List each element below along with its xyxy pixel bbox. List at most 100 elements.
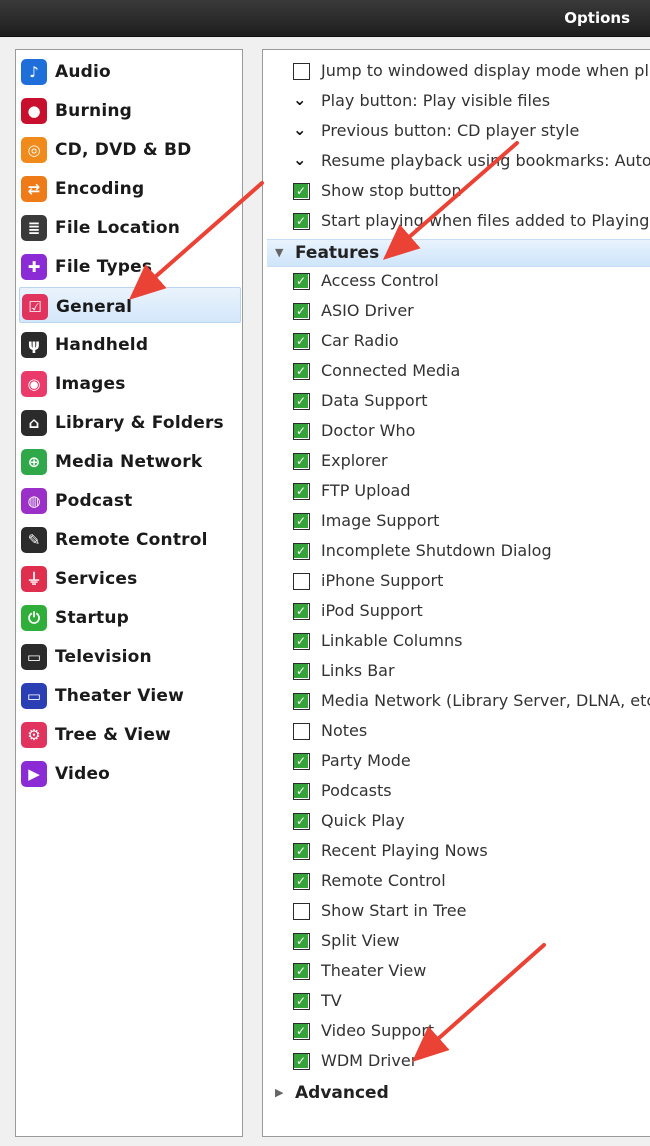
checkbox-checked[interactable]: ✓ — [293, 993, 310, 1010]
checkbox-checked[interactable]: ✓ — [293, 753, 310, 770]
chevron-down-icon[interactable]: ⌄ — [293, 150, 306, 169]
feature-access-control[interactable]: ✓ Access Control — [291, 268, 650, 296]
feature-connected-media[interactable]: ✓ Connected Media — [291, 358, 650, 386]
checkbox-checked[interactable]: ✓ — [293, 933, 310, 950]
feature-recent-playing-nows[interactable]: ✓ Recent Playing Nows — [291, 838, 650, 866]
feature-data-support[interactable]: ✓ Data Support — [291, 388, 650, 416]
sidebar-item-burning[interactable]: ● Burning — [19, 92, 241, 128]
feature-theater-view[interactable]: ✓ Theater View — [291, 958, 650, 986]
feature-tv[interactable]: ✓ TV — [291, 988, 650, 1016]
feature-iphone-support[interactable]: iPhone Support — [291, 568, 650, 596]
sidebar-item-tree-and-view[interactable]: ⚙ Tree & View — [19, 716, 241, 752]
sidebar-item-audio[interactable]: ♪ Audio — [19, 53, 241, 89]
checkbox-checked[interactable]: ✓ — [293, 603, 310, 620]
checkbox-checked[interactable]: ✓ — [293, 813, 310, 830]
chevron-down-icon[interactable]: ⌄ — [293, 120, 306, 139]
option-start-playing-when-files-added-to-playing-n[interactable]: ✓ Start playing when files added to Playi… — [291, 208, 650, 236]
sidebar-item-library-and-folders[interactable]: ⌂ Library & Folders — [19, 404, 241, 440]
checkbox-checked[interactable]: ✓ — [293, 363, 310, 380]
checkbox-checked[interactable]: ✓ — [293, 543, 310, 560]
feature-podcasts[interactable]: ✓ Podcasts — [291, 778, 650, 806]
sidebar-item-television[interactable]: ▭ Television — [19, 638, 241, 674]
checkbox-unchecked[interactable] — [293, 63, 310, 80]
feature-media-network-library-server-dlna-etc[interactable]: ✓ Media Network (Library Server, DLNA, et… — [291, 688, 650, 716]
checkbox-checked[interactable]: ✓ — [293, 453, 310, 470]
checkbox-checked[interactable]: ✓ — [293, 183, 310, 200]
sidebar-item-label: Video — [55, 764, 111, 784]
feature-wdm-driver[interactable]: ✓ WDM Driver — [291, 1048, 650, 1076]
sidebar-item-theater-view[interactable]: ▭ Theater View — [19, 677, 241, 713]
collapsed-triangle-icon[interactable]: ▶ — [275, 1086, 283, 1099]
checkbox-checked[interactable]: ✓ — [293, 273, 310, 290]
feature-image-support[interactable]: ✓ Image Support — [291, 508, 650, 536]
feature-notes[interactable]: Notes — [291, 718, 650, 746]
option-show-stop-button[interactable]: ✓ Show stop button — [291, 178, 650, 206]
sidebar-item-cd-dvd-and-bd[interactable]: ◎ CD, DVD & BD — [19, 131, 241, 167]
option-label: Theater View — [321, 961, 427, 980]
checkbox-checked[interactable]: ✓ — [293, 1053, 310, 1070]
feature-video-support[interactable]: ✓ Video Support — [291, 1018, 650, 1046]
section-header-advanced[interactable]: ▶ Advanced — [267, 1080, 650, 1108]
checkbox-checked[interactable]: ✓ — [293, 783, 310, 800]
options-category-list[interactable]: ♪ Audio ● Burning ◎ CD, DVD & BD ⇄ Encoding ≣ Fil… — [15, 49, 243, 1137]
sidebar-item-file-location[interactable]: ≣ File Location — [19, 209, 241, 245]
sidebar-item-encoding[interactable]: ⇄ Encoding — [19, 170, 241, 206]
checkbox-checked[interactable]: ✓ — [293, 963, 310, 980]
option-label: Resume playback using bookmarks: Autor — [321, 151, 650, 170]
feature-incomplete-shutdown-dialog[interactable]: ✓ Incomplete Shutdown Dialog — [291, 538, 650, 566]
option-resume-playback-using-bookmarks-autor[interactable]: ⌄ Resume playback using bookmarks: Autor — [291, 148, 650, 176]
sidebar-item-media-network[interactable]: ⊕ Media Network — [19, 443, 241, 479]
option-previous-button-cd-player-style[interactable]: ⌄ Previous button: CD player style — [291, 118, 650, 146]
sidebar-item-startup[interactable]: ⏻ Startup — [19, 599, 241, 635]
checkbox-checked[interactable]: ✓ — [293, 483, 310, 500]
feature-asio-driver[interactable]: ✓ ASIO Driver — [291, 298, 650, 326]
sidebar-item-video[interactable]: ▶ Video — [19, 755, 241, 791]
feature-linkable-columns[interactable]: ✓ Linkable Columns — [291, 628, 650, 656]
feature-explorer[interactable]: ✓ Explorer — [291, 448, 650, 476]
feature-show-start-in-tree[interactable]: Show Start in Tree — [291, 898, 650, 926]
expanded-triangle-icon[interactable]: ▼ — [275, 246, 283, 259]
option-jump-to-windowed-display-mode-when-pl[interactable]: Jump to windowed display mode when pl — [291, 58, 650, 86]
checkbox-checked[interactable]: ✓ — [293, 213, 310, 230]
checkbox-checked[interactable]: ✓ — [293, 333, 310, 350]
checkbox-checked[interactable]: ✓ — [293, 423, 310, 440]
checkbox-unchecked[interactable] — [293, 723, 310, 740]
checkmark-icon: ✓ — [294, 424, 308, 438]
feature-remote-control[interactable]: ✓ Remote Control — [291, 868, 650, 896]
sidebar-item-label: File Location — [55, 218, 181, 238]
feature-doctor-who[interactable]: ✓ Doctor Who — [291, 418, 650, 446]
feature-ftp-upload[interactable]: ✓ FTP Upload — [291, 478, 650, 506]
usb-icon: ψ — [21, 332, 47, 358]
checkbox-checked[interactable]: ✓ — [293, 693, 310, 710]
feature-car-radio[interactable]: ✓ Car Radio — [291, 328, 650, 356]
checkbox-checked[interactable]: ✓ — [293, 633, 310, 650]
checkbox-checked[interactable]: ✓ — [293, 843, 310, 860]
feature-split-view[interactable]: ✓ Split View — [291, 928, 650, 956]
feature-party-mode[interactable]: ✓ Party Mode — [291, 748, 650, 776]
sidebar-item-podcast[interactable]: ◍ Podcast — [19, 482, 241, 518]
checkbox-unchecked[interactable] — [293, 573, 310, 590]
feature-ipod-support[interactable]: ✓ iPod Support — [291, 598, 650, 626]
checkmark-icon: ✓ — [294, 634, 308, 648]
options-panel[interactable]: Jump to windowed display mode when pl ⌄ Pl… — [262, 49, 650, 1137]
checkbox-checked[interactable]: ✓ — [293, 513, 310, 530]
sidebar-item-images[interactable]: ◉ Images — [19, 365, 241, 401]
checkbox-checked[interactable]: ✓ — [293, 873, 310, 890]
sidebar-item-general[interactable]: ☑ General — [19, 287, 241, 323]
checkbox-checked[interactable]: ✓ — [293, 663, 310, 680]
checkbox-checked[interactable]: ✓ — [293, 393, 310, 410]
section-header-features[interactable]: ▼ Features — [267, 239, 650, 267]
sidebar-item-handheld[interactable]: ψ Handheld — [19, 326, 241, 362]
checkmark-icon: ✓ — [294, 394, 308, 408]
feature-links-bar[interactable]: ✓ Links Bar — [291, 658, 650, 686]
checkbox-checked[interactable]: ✓ — [293, 303, 310, 320]
sidebar-item-file-types[interactable]: ✚ File Types — [19, 248, 241, 284]
option-play-button-play-visible-files[interactable]: ⌄ Play button: Play visible files — [291, 88, 650, 116]
chevron-down-icon[interactable]: ⌄ — [293, 90, 306, 109]
option-label: Split View — [321, 931, 400, 950]
sidebar-item-services[interactable]: ⏚ Services — [19, 560, 241, 596]
feature-quick-play[interactable]: ✓ Quick Play — [291, 808, 650, 836]
sidebar-item-remote-control[interactable]: ✎ Remote Control — [19, 521, 241, 557]
checkbox-unchecked[interactable] — [293, 903, 310, 920]
checkbox-checked[interactable]: ✓ — [293, 1023, 310, 1040]
